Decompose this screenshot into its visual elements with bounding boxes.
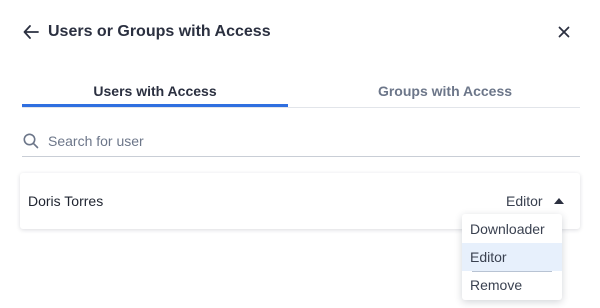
tab-users-with-access[interactable]: Users with Access — [22, 78, 288, 107]
role-option-remove[interactable]: Remove — [462, 271, 562, 299]
role-option-downloader[interactable]: Downloader — [462, 215, 562, 243]
dialog-title: Users or Groups with Access — [48, 23, 271, 40]
role-option-editor[interactable]: Editor — [462, 243, 562, 272]
role-select-value: Editor — [506, 193, 543, 209]
access-tabs: Users with Access Groups with Access — [22, 78, 580, 108]
close-icon — [558, 26, 570, 38]
role-select[interactable]: Editor — [506, 190, 565, 212]
close-button[interactable] — [553, 22, 575, 42]
tab-label: Users with Access — [93, 83, 217, 99]
user-name: Doris Torres — [28, 193, 104, 209]
role-dropdown-menu: Downloader Editor Remove — [462, 214, 562, 300]
caret-up-icon — [553, 195, 565, 207]
back-button[interactable] — [20, 22, 42, 42]
user-search — [22, 126, 580, 157]
dialog-header: Users or Groups with Access — [0, 0, 600, 64]
search-input[interactable] — [48, 130, 568, 152]
arrow-left-icon — [23, 25, 39, 39]
tab-label: Groups with Access — [377, 83, 513, 99]
tab-groups-with-access[interactable]: Groups with Access — [312, 78, 578, 107]
active-tab-indicator — [22, 104, 288, 107]
search-icon — [23, 133, 39, 149]
